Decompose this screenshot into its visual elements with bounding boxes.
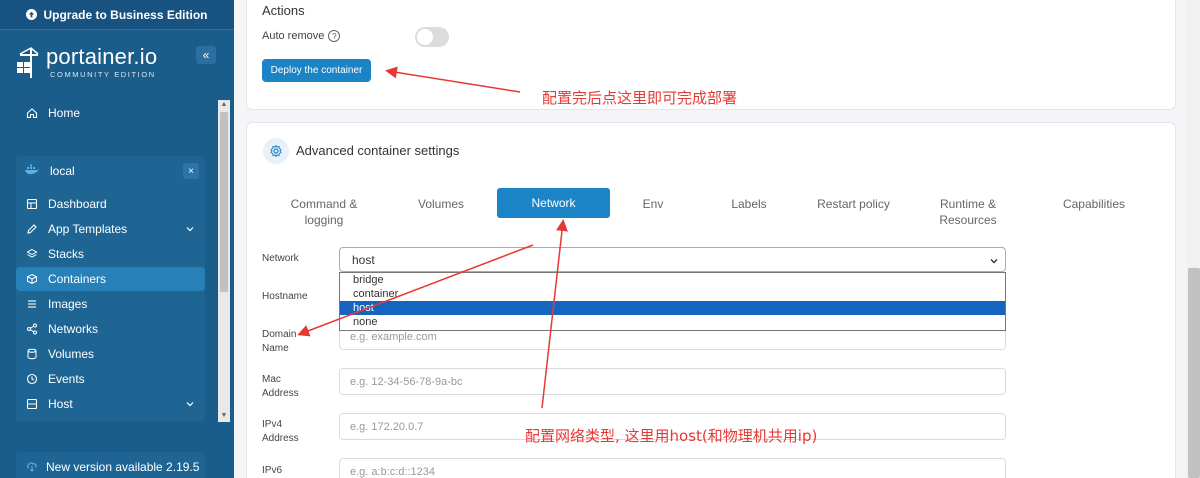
- list-icon: [26, 298, 38, 310]
- sidebar-item-label: Containers: [48, 272, 107, 286]
- arrow-up-circle-icon: [26, 9, 38, 20]
- tab-restart-policy[interactable]: Restart policy: [810, 196, 897, 212]
- network-option-container[interactable]: container: [340, 287, 1005, 301]
- logo-edition: COMMUNITY EDITION: [50, 69, 156, 79]
- sidebar-item-label: Events: [48, 372, 85, 386]
- network-option-none[interactable]: none: [340, 315, 1005, 329]
- environment-header[interactable]: local ×: [16, 160, 205, 182]
- network-option-bridge[interactable]: bridge: [340, 273, 1005, 287]
- advanced-settings-title: Advanced container settings: [296, 143, 460, 158]
- sidebar-item-app-templates[interactable]: App Templates: [16, 217, 205, 241]
- tab-runtime-resources[interactable]: Runtime & Resources: [928, 196, 1008, 228]
- sidebar-item-label: App Templates: [48, 222, 128, 236]
- new-version-label: New version available 2.19.5: [46, 460, 200, 474]
- server-icon: [26, 398, 38, 410]
- database-icon: [26, 348, 38, 360]
- ipv6-address-label: IPv6: [262, 465, 283, 476]
- chevrons-left-icon: «: [202, 48, 210, 62]
- tab-capabilities[interactable]: Capabilities: [1054, 196, 1134, 212]
- toggle-knob: [417, 29, 433, 45]
- network-label: Network: [262, 253, 299, 264]
- mac-address-input[interactable]: e.g. 12-34-56-78-9a-bc: [339, 368, 1006, 395]
- ipv4-address-label: IPv4 Address: [262, 419, 299, 444]
- sidebar-item-networks[interactable]: Networks: [16, 317, 205, 341]
- scroll-down-icon[interactable]: ▼: [220, 412, 228, 420]
- sidebar-item-images[interactable]: Images: [16, 292, 205, 316]
- hostname-label: Hostname: [262, 291, 308, 302]
- edit-icon: [26, 223, 38, 235]
- portainer-logo[interactable]: portainer.io COMMUNITY EDITION: [14, 44, 157, 80]
- chevron-down-icon: [989, 255, 999, 269]
- environment-close-button[interactable]: ×: [183, 163, 199, 179]
- network-select-value: host: [352, 252, 375, 267]
- sidebar-collapse-button[interactable]: «: [196, 46, 216, 64]
- sidebar-item-label: Stacks: [48, 247, 85, 261]
- scroll-up-icon[interactable]: ▲: [220, 101, 228, 109]
- chevron-down-icon: [185, 398, 195, 412]
- network-option-host[interactable]: host: [340, 301, 1005, 315]
- environment-name: local: [50, 164, 75, 178]
- docker-icon: [24, 164, 40, 179]
- ipv6-address-input[interactable]: e.g. a:b:c:d::1234: [339, 458, 1006, 478]
- sidebar-item-label: Volumes: [48, 347, 95, 361]
- sidebar-item-stacks[interactable]: Stacks: [16, 242, 205, 266]
- deploy-annotation: 配置完后点这里即可完成部署: [542, 89, 738, 107]
- download-icon: [26, 460, 38, 475]
- ipv6-address-placeholder: e.g. a:b:c:d::1234: [350, 465, 436, 478]
- network-select[interactable]: host: [339, 247, 1006, 272]
- tab-command-logging[interactable]: Command & logging: [282, 196, 366, 228]
- network-dropdown-list[interactable]: bridge container host none: [339, 272, 1006, 331]
- stacks-icon: [26, 248, 38, 260]
- tab-labels[interactable]: Labels: [718, 196, 780, 212]
- tab-env[interactable]: Env: [628, 196, 678, 212]
- actions-title: Actions: [262, 3, 305, 18]
- tab-volumes[interactable]: Volumes: [404, 196, 478, 212]
- sidebar-item-label: Host: [48, 397, 73, 411]
- sidebar-item-label: Images: [48, 297, 88, 311]
- dashboard-icon: [26, 198, 38, 210]
- sidebar-item-dashboard[interactable]: Dashboard: [16, 192, 205, 216]
- logo-name: portainer.io: [46, 43, 158, 69]
- sidebar-item-events[interactable]: Events: [16, 367, 205, 391]
- cube-icon: [26, 273, 38, 285]
- sidebar-item-label: Networks: [48, 322, 99, 336]
- chevron-down-icon: [185, 223, 195, 237]
- home-icon: [26, 107, 38, 119]
- upgrade-label: Upgrade to Business Edition: [43, 7, 208, 22]
- sidebar-item-home[interactable]: Home: [16, 101, 205, 125]
- portainer-logo-icon: [17, 47, 39, 78]
- auto-remove-label-group: Auto remove ?: [262, 30, 341, 42]
- new-version-banner[interactable]: New version available 2.19.5: [16, 452, 205, 478]
- sidebar-scrollbar-thumb[interactable]: [220, 112, 228, 292]
- tab-network[interactable]: Network: [497, 188, 610, 218]
- sidebar-item-containers[interactable]: Containers: [16, 267, 205, 291]
- share-icon: [26, 323, 38, 335]
- main-scrollbar-thumb[interactable]: [1188, 268, 1200, 478]
- sidebar-item-host[interactable]: Host: [16, 392, 205, 416]
- sidebar-item-volumes[interactable]: Volumes: [16, 342, 205, 366]
- domain-name-placeholder: e.g. example.com: [350, 330, 437, 343]
- domain-name-label: Domain Name: [262, 329, 297, 354]
- help-icon[interactable]: ?: [328, 30, 341, 42]
- auto-remove-label: Auto remove: [262, 30, 325, 42]
- deploy-container-button[interactable]: Deploy the container: [262, 59, 371, 82]
- auto-remove-toggle[interactable]: [415, 27, 449, 47]
- gear-icon: [263, 138, 289, 164]
- clock-icon: [26, 373, 38, 385]
- ipv4-address-placeholder: e.g. 172.20.0.7: [350, 420, 424, 433]
- mac-address-placeholder: e.g. 12-34-56-78-9a-bc: [350, 375, 463, 388]
- network-annotation: 配置网络类型, 这里用host(和物理机共用ip): [525, 427, 818, 445]
- mac-address-label: Mac Address: [262, 374, 299, 399]
- upgrade-button[interactable]: Upgrade to Business Edition: [0, 0, 234, 30]
- sidebar-item-label: Home: [48, 106, 81, 120]
- sidebar-item-label: Dashboard: [48, 197, 107, 211]
